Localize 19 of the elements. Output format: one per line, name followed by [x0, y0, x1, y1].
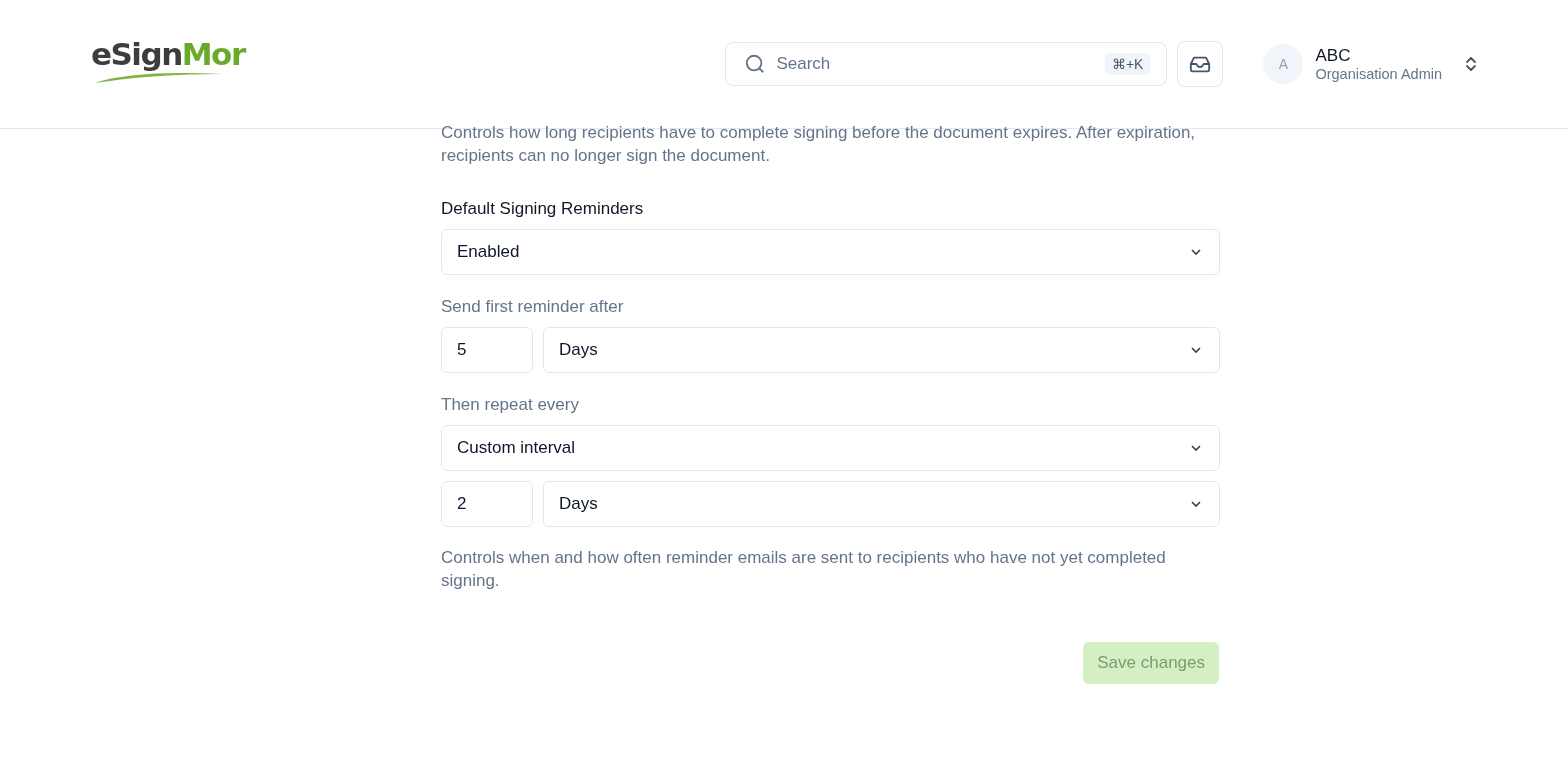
shortcut-hint: ⌘+K [1104, 53, 1151, 75]
number-field[interactable]: 2 [441, 481, 533, 527]
field-label: Default Signing Reminders [441, 199, 645, 219]
user-role: Organisation Admin [1315, 66, 1442, 82]
number-field[interactable]: 5 [441, 327, 533, 373]
dropdown[interactable]: Custom interval [441, 425, 1220, 471]
field-label: Then repeat every [441, 395, 580, 415]
search-icon [744, 53, 767, 75]
dropdown[interactable]: Days [543, 481, 1220, 527]
help-text: Controls how long recipients have to complete signing before the document expires. After expiration, recipients can no longer sign the document. [441, 122, 1197, 167]
dropdown[interactable]: Enabled [441, 229, 1220, 275]
logo[interactable]: eSignMor [91, 36, 245, 80]
search-field[interactable]: Search ⌘+K [725, 42, 1168, 86]
user-name: ABC [1315, 46, 1352, 66]
dropdown[interactable]: Days [543, 327, 1220, 373]
inbox-button[interactable] [1177, 41, 1224, 87]
help-text: Controls when and how often reminder emails are sent to recipients who have not yet completed signing. [441, 547, 1167, 592]
field-label: Send first reminder after [441, 297, 625, 317]
chevron-up-down-icon[interactable] [1464, 55, 1478, 73]
